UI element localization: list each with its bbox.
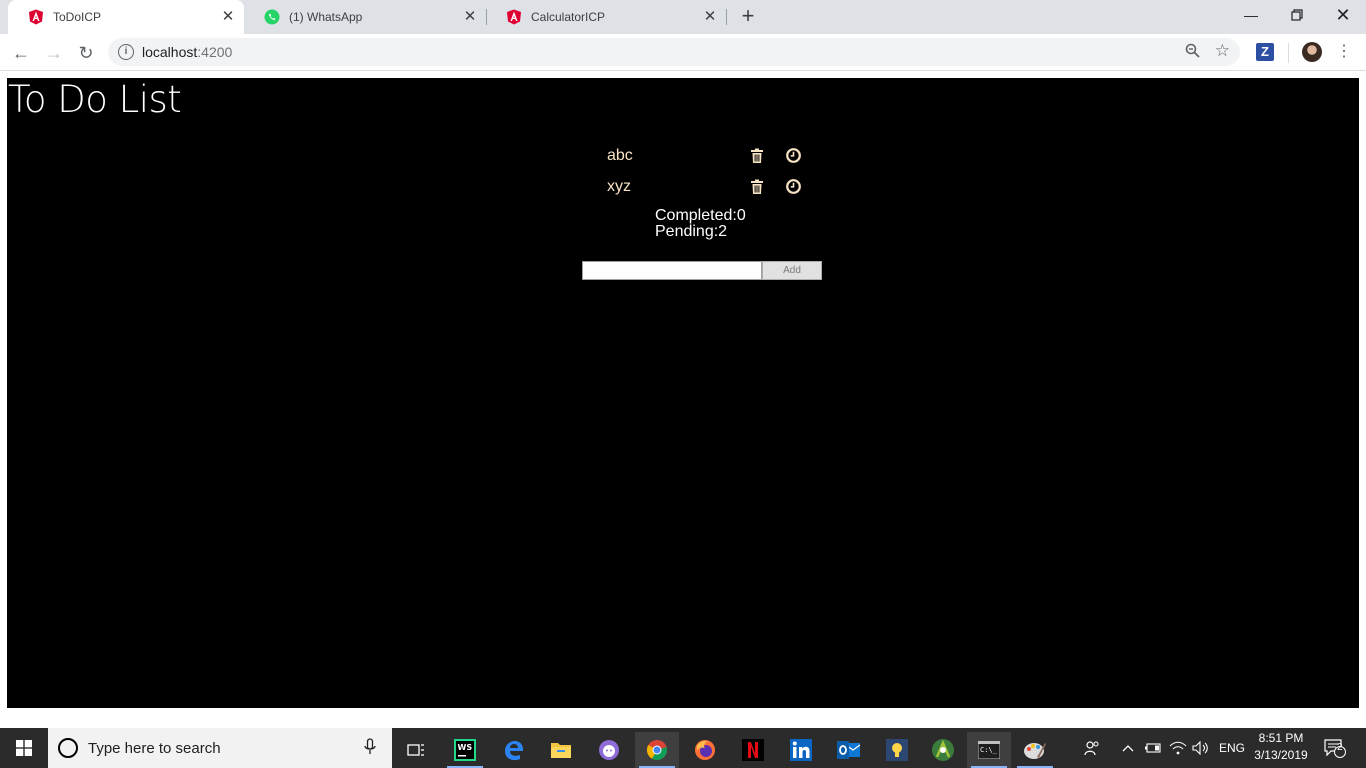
tab-whatsapp[interactable]: (1) WhatsApp ✕ (244, 0, 486, 34)
edge-icon[interactable] (491, 732, 535, 768)
reload-icon[interactable]: ↻ (72, 39, 100, 67)
page-viewport: To Do List abc xyz Completed:0 Pending:2 (0, 72, 1366, 728)
volume-icon[interactable] (1192, 728, 1210, 768)
address-bar[interactable]: i localhost:4200 ☆ (108, 38, 1240, 66)
pending-count: Pending:2 (655, 223, 728, 240)
whatsapp-icon (264, 9, 280, 25)
todo-stats: Completed:0 Pending:2 (655, 208, 746, 240)
windows-start-icon[interactable] (0, 728, 48, 768)
todo-text: xyz (607, 178, 631, 195)
tab-title: (1) WhatsApp (289, 10, 363, 24)
site-info-icon[interactable]: i (118, 44, 134, 60)
zotero-extension-icon[interactable]: Z (1256, 43, 1274, 61)
tab-calculatoricp[interactable]: CalculatorICP ✕ (486, 0, 726, 34)
angular-icon (28, 9, 44, 25)
search-placeholder: Type here to search (88, 740, 221, 757)
zoom-icon[interactable] (1185, 43, 1200, 62)
paint-3d-icon[interactable] (1013, 732, 1057, 768)
svg-text:WS: WS (458, 743, 473, 752)
tab-separator (726, 9, 727, 25)
trash-icon[interactable] (750, 179, 764, 195)
clock-time: 8:51 PM (1258, 731, 1304, 745)
linkedin-icon[interactable] (779, 732, 823, 768)
taskbar-clock[interactable]: 8:51 PM 3/13/2019 (1246, 730, 1316, 764)
close-tab-icon[interactable]: ✕ (462, 9, 478, 25)
completed-count: Completed:0 (655, 207, 746, 224)
profile-avatar[interactable] (1302, 42, 1322, 62)
battery-icon[interactable] (1144, 728, 1162, 768)
url-text[interactable]: localhost:4200 (142, 44, 232, 60)
notification-count-badge: 2 (1337, 742, 1343, 753)
firefox-icon[interactable] (683, 732, 727, 768)
close-tab-icon[interactable]: ✕ (702, 9, 718, 25)
add-todo-form: Add (582, 261, 823, 281)
chrome-icon[interactable] (635, 732, 679, 768)
android-studio-icon[interactable] (921, 732, 965, 768)
windows-taskbar: Type here to search WS C:\_ ENG 8:51 PM … (0, 728, 1366, 768)
url-port: :4200 (197, 44, 233, 60)
page-title: To Do List (8, 78, 182, 121)
angular-icon (506, 9, 522, 25)
tab-title: ToDoICP (53, 10, 102, 24)
forward-icon[interactable]: → (40, 39, 68, 67)
task-view-icon[interactable] (394, 732, 438, 768)
todo-text: abc (607, 147, 633, 164)
language-indicator[interactable]: ENG (1219, 728, 1245, 768)
clock-date: 3/13/2019 (1254, 748, 1308, 762)
wifi-icon[interactable] (1169, 728, 1187, 768)
clock-icon[interactable] (786, 179, 801, 194)
tab-strip: ToDoICP ✕ (1) WhatsApp ✕ CalculatorICP ✕… (0, 0, 1366, 34)
netflix-icon[interactable] (731, 732, 775, 768)
add-button[interactable]: Add (762, 261, 822, 280)
people-icon[interactable] (1084, 728, 1100, 768)
tab-title: CalculatorICP (531, 10, 606, 24)
close-tab-icon[interactable]: ✕ (220, 9, 236, 25)
tips-bulb-icon[interactable] (875, 732, 919, 768)
new-todo-input[interactable] (582, 261, 762, 280)
webstorm-icon[interactable]: WS (443, 732, 487, 768)
github-desktop-icon[interactable] (587, 732, 631, 768)
show-hidden-icons-chevron-icon[interactable] (1122, 728, 1134, 768)
toolbar-separator (1288, 43, 1289, 63)
action-center-icon[interactable]: 2 (1324, 728, 1346, 768)
menu-dots-icon[interactable]: ⋮ (1336, 42, 1352, 62)
restore-icon[interactable] (1274, 0, 1320, 30)
trash-icon[interactable] (750, 148, 764, 164)
list-item: abc (607, 147, 807, 169)
svg-text:C:\_: C:\_ (980, 746, 998, 754)
todo-app: To Do List abc xyz Completed:0 Pending:2 (7, 78, 1359, 708)
url-host: localhost (142, 44, 198, 60)
minimize-icon[interactable]: — (1228, 0, 1274, 30)
outlook-icon[interactable] (827, 732, 871, 768)
new-tab-icon[interactable]: + (736, 5, 760, 29)
tab-todoicp[interactable]: ToDoICP ✕ (8, 0, 244, 34)
close-window-icon[interactable]: ✕ (1320, 0, 1366, 30)
taskbar-search[interactable]: Type here to search (48, 728, 392, 768)
file-explorer-icon[interactable] (539, 732, 583, 768)
back-icon[interactable]: ← (7, 39, 35, 67)
browser-toolbar: ← → ↻ i localhost:4200 ☆ Z ⋮ (0, 34, 1366, 71)
microphone-icon[interactable] (364, 738, 376, 761)
command-prompt-icon[interactable]: C:\_ (967, 732, 1011, 768)
bookmark-star-icon[interactable]: ☆ (1215, 41, 1230, 61)
list-item: xyz (607, 178, 807, 200)
clock-icon[interactable] (786, 148, 801, 163)
cortana-icon (58, 738, 78, 758)
